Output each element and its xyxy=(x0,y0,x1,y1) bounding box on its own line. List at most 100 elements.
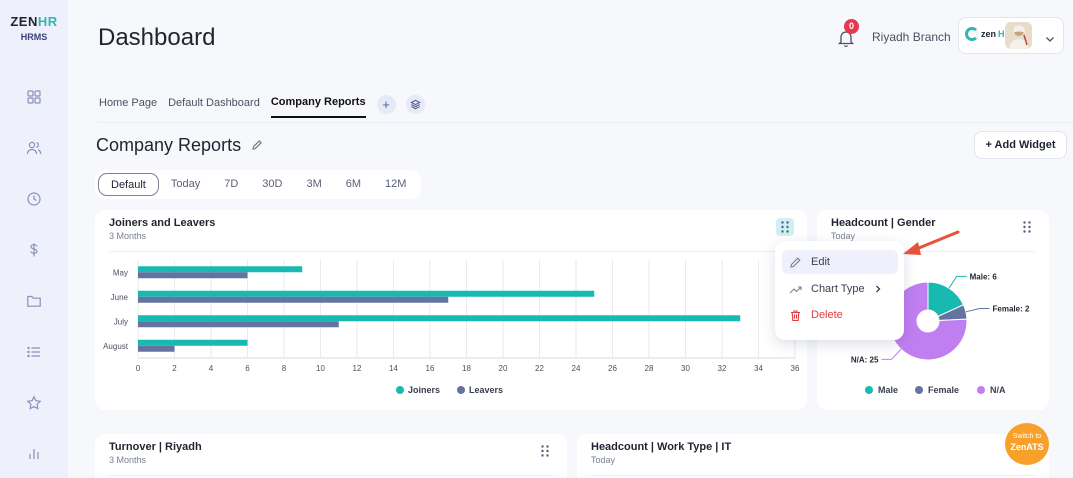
bar-leavers xyxy=(138,345,175,352)
turnover-card-menu-button[interactable] xyxy=(536,442,554,460)
branch-selector[interactable]: Riyadh Branch xyxy=(872,30,951,44)
widget-context-menu: Edit Chart Type Delete xyxy=(775,241,904,340)
legend-marker xyxy=(457,386,465,394)
list-icon[interactable] xyxy=(26,344,42,360)
legend-label: Male xyxy=(878,385,898,395)
pie-data-label: N/A: 25 xyxy=(851,355,879,364)
x-tick-label: 20 xyxy=(499,364,508,373)
x-tick-label: 36 xyxy=(791,364,800,373)
card-subtitle: 3 Months xyxy=(109,455,147,465)
legend-label: Female xyxy=(928,385,959,395)
bar-leavers xyxy=(138,321,339,328)
star-icon[interactable] xyxy=(26,395,42,411)
menu-item-delete[interactable]: Delete xyxy=(782,303,898,327)
x-tick-label: 30 xyxy=(681,364,690,373)
notification-badge: 0 xyxy=(844,19,859,34)
sidebar: ZENHR HRMS xyxy=(0,0,68,478)
folder-icon[interactable] xyxy=(26,293,42,309)
menu-item-edit[interactable]: Edit xyxy=(782,250,898,274)
company-logo-text: zen xyxy=(981,29,997,39)
trash-icon xyxy=(791,309,800,321)
x-tick-label: 26 xyxy=(608,364,617,373)
grid-icon[interactable] xyxy=(26,89,42,105)
tab-company-reports[interactable]: Company Reports xyxy=(270,96,366,118)
category-label: June xyxy=(111,293,129,302)
range-12m[interactable]: 12M xyxy=(373,173,418,196)
dashboard-tabs: Home Page Default Dashboard Company Repo… xyxy=(99,94,435,118)
legend-label: N/A xyxy=(990,385,1006,395)
legend-label: Joiners xyxy=(408,385,440,395)
x-tick-label: 8 xyxy=(282,364,287,373)
chevron-right-icon xyxy=(875,285,881,293)
x-tick-label: 18 xyxy=(462,364,471,373)
layers-icon xyxy=(409,99,421,109)
date-range-selector: Default Today 7D 30D 3M 6M 12M xyxy=(95,170,422,199)
range-30d[interactable]: 30D xyxy=(250,173,294,196)
pie-data-label: Male: 6 xyxy=(970,272,998,281)
range-default[interactable]: Default xyxy=(98,173,159,196)
pie-leader-line xyxy=(965,308,990,313)
layers-button[interactable] xyxy=(405,94,425,114)
x-tick-label: 14 xyxy=(389,364,398,373)
legend-marker xyxy=(915,386,923,394)
bar-joiners xyxy=(138,290,595,297)
pie-data-label: Female: 2 xyxy=(993,305,1030,314)
menu-item-chart-type[interactable]: Chart Type xyxy=(782,277,898,301)
add-tab-button[interactable]: + xyxy=(376,94,396,114)
bar-joiners xyxy=(138,315,741,322)
x-tick-label: 10 xyxy=(316,364,325,373)
pie-leader-line xyxy=(881,348,902,360)
legend-marker xyxy=(977,386,985,394)
x-tick-label: 0 xyxy=(136,364,141,373)
x-tick-label: 2 xyxy=(172,364,177,373)
bar-joiners xyxy=(138,266,303,273)
category-label: May xyxy=(113,268,128,277)
legend-marker xyxy=(396,386,404,394)
range-today[interactable]: Today xyxy=(159,173,212,196)
trend-icon xyxy=(789,285,802,293)
dollar-icon[interactable] xyxy=(26,242,42,258)
bar-chart-icon[interactable] xyxy=(26,446,42,462)
avatar xyxy=(1005,22,1032,49)
menu-item-label: Chart Type xyxy=(811,283,865,295)
range-6m[interactable]: 6M xyxy=(334,173,373,196)
logo-hr-text: HR xyxy=(37,14,58,29)
card-title: Turnover | Riyadh xyxy=(109,441,202,453)
tab-default-dashboard[interactable]: Default Dashboard xyxy=(168,97,260,117)
x-tick-label: 22 xyxy=(535,364,544,373)
card-divider xyxy=(109,475,553,476)
users-icon[interactable] xyxy=(26,140,42,156)
x-tick-label: 6 xyxy=(245,364,250,373)
add-widget-button[interactable]: + Add Widget xyxy=(974,131,1067,159)
logo-ring-icon xyxy=(965,27,979,41)
logo-subtitle: HRMS xyxy=(20,32,48,42)
x-tick-label: 34 xyxy=(754,364,763,373)
card-subtitle: Today xyxy=(591,455,616,465)
x-tick-label: 24 xyxy=(572,364,581,373)
user-menu[interactable]: zenHR xyxy=(958,17,1064,54)
card-title: Headcount | Work Type | IT xyxy=(591,441,732,453)
category-label: July xyxy=(114,317,128,326)
legend-label: Leavers xyxy=(469,385,503,395)
menu-item-label: Delete xyxy=(811,309,843,321)
category-label: August xyxy=(103,342,129,351)
x-tick-label: 28 xyxy=(645,364,654,373)
menu-item-label: Edit xyxy=(811,256,830,268)
x-tick-label: 12 xyxy=(353,364,362,373)
x-tick-label: 16 xyxy=(426,364,435,373)
bar-leavers xyxy=(138,296,449,303)
range-3m[interactable]: 3M xyxy=(294,173,333,196)
switch-ats-line2: ZenATS xyxy=(1010,442,1044,452)
clock-icon[interactable] xyxy=(26,191,42,207)
drag-dots-icon xyxy=(541,445,549,457)
switch-to-zenats-button[interactable]: Switch to ZenATS xyxy=(1005,423,1049,465)
app-logo[interactable]: ZENHR HRMS xyxy=(0,14,68,42)
logo-text: ZEN xyxy=(10,14,38,29)
edit-title-pencil-icon[interactable] xyxy=(251,138,263,150)
page-title: Dashboard xyxy=(98,24,216,51)
section-title: Company Reports xyxy=(96,135,242,155)
tab-home-page[interactable]: Home Page xyxy=(99,97,157,117)
main-content: Dashboard 0 Riyadh Branch zenHR Home Pag… xyxy=(68,0,1073,478)
range-7d[interactable]: 7D xyxy=(212,173,250,196)
pencil-icon xyxy=(790,256,801,268)
